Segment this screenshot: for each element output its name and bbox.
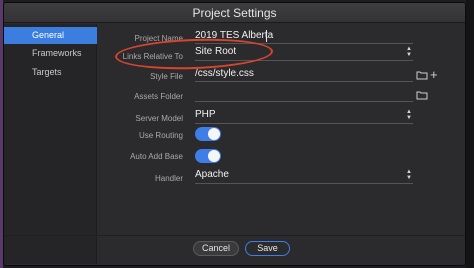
use-routing-toggle[interactable] bbox=[195, 127, 221, 141]
sidebar-item-label: Targets bbox=[32, 67, 62, 77]
style-file-underline bbox=[195, 81, 413, 82]
handler-select[interactable]: Apache ▲ ▼ bbox=[195, 169, 413, 183]
select-arrows-icon: ▲ ▼ bbox=[406, 46, 412, 58]
project-name-input[interactable]: 2019 TES Alberta bbox=[195, 30, 273, 41]
toggle-knob bbox=[208, 128, 220, 140]
dialog-footer-divider bbox=[4, 235, 465, 236]
plus-icon[interactable]: + bbox=[430, 68, 438, 81]
server-model-underline bbox=[195, 123, 413, 124]
assets-folder-input[interactable] bbox=[195, 88, 413, 101]
handler-value: Apache bbox=[195, 169, 229, 180]
assets-folder-label: Assets Folder bbox=[134, 92, 183, 101]
toggle-knob bbox=[208, 150, 220, 162]
background-window-edge-right bbox=[466, 0, 474, 268]
sidebar-item-targets[interactable]: Targets bbox=[4, 64, 97, 81]
project-name-label: Project Name bbox=[134, 34, 183, 43]
server-model-label: Server Model bbox=[135, 114, 183, 123]
server-model-select[interactable]: PHP ▲ ▼ bbox=[195, 109, 413, 123]
use-routing-label: Use Routing bbox=[138, 131, 183, 140]
settings-main-panel: Project Name 2019 TES Alberta Links Rela… bbox=[98, 24, 465, 264]
sidebar-item-general[interactable]: General bbox=[4, 27, 97, 44]
settings-sidebar: General Frameworks Targets bbox=[4, 24, 97, 264]
auto-add-base-label: Auto Add Base bbox=[130, 152, 183, 161]
folder-icon[interactable] bbox=[416, 70, 428, 83]
sidebar-item-label: Frameworks bbox=[32, 48, 82, 58]
select-arrows-icon: ▲ ▼ bbox=[406, 109, 412, 121]
assets-folder-underline bbox=[195, 101, 413, 102]
folder-icon[interactable] bbox=[416, 90, 428, 103]
project-name-underline bbox=[195, 43, 413, 44]
sidebar-item-frameworks[interactable]: Frameworks bbox=[4, 45, 97, 62]
text-cursor bbox=[266, 30, 267, 42]
auto-add-base-toggle[interactable] bbox=[195, 149, 221, 163]
sidebar-item-label: General bbox=[32, 30, 65, 40]
cancel-button[interactable]: Cancel bbox=[193, 241, 239, 256]
links-relative-to-label: Links Relative To bbox=[122, 52, 183, 61]
style-file-label: Style File bbox=[150, 72, 183, 81]
project-settings-dialog: Project Settings General Frameworks Targ… bbox=[3, 2, 466, 266]
links-relative-to-select[interactable]: Site Root ▲ ▼ bbox=[195, 46, 413, 60]
handler-underline bbox=[195, 183, 413, 184]
handler-label: Handler bbox=[154, 174, 183, 183]
dialog-title: Project Settings bbox=[192, 6, 277, 20]
links-relative-to-value: Site Root bbox=[195, 46, 237, 57]
links-relative-to-underline bbox=[195, 60, 413, 61]
server-model-value: PHP bbox=[195, 109, 216, 120]
select-arrows-icon: ▲ ▼ bbox=[406, 169, 412, 181]
save-button[interactable]: Save bbox=[245, 241, 290, 256]
style-file-input[interactable]: /css/style.css bbox=[195, 68, 254, 79]
dialog-titlebar: Project Settings bbox=[4, 3, 465, 23]
